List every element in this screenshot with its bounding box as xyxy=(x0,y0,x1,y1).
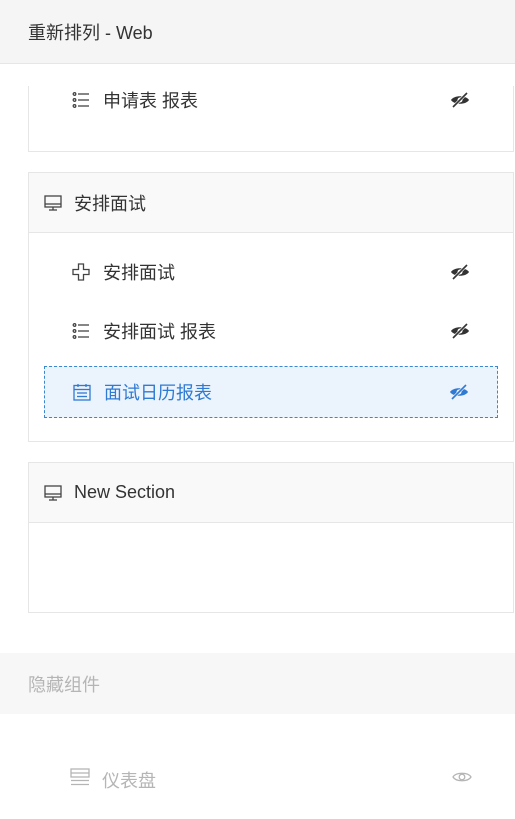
section-partial: 申请表 报表 xyxy=(28,86,514,152)
section-new: New Section xyxy=(28,462,514,613)
section-header[interactable]: New Section xyxy=(29,463,513,523)
section-title: 安排面试 xyxy=(74,193,146,214)
component-label: 安排面试 xyxy=(103,263,175,283)
component-item[interactable]: 安排面试 报表 xyxy=(44,305,498,357)
hidden-components-title: 隐藏组件 xyxy=(28,674,100,695)
monitor-icon xyxy=(44,194,62,212)
component-label: 申请表 报表 xyxy=(103,91,199,111)
section-title: New Section xyxy=(74,482,176,502)
section-interview: 安排面试 安排面试 安排面试 报表 面试日历报表 xyxy=(28,172,514,442)
list-icon xyxy=(72,322,90,340)
eye-off-icon[interactable] xyxy=(450,323,470,339)
hidden-component-item[interactable]: 仪表盘 xyxy=(28,752,482,804)
eye-off-icon[interactable] xyxy=(449,384,469,400)
component-label: 仪表盘 xyxy=(102,771,156,791)
eye-off-icon[interactable] xyxy=(450,92,470,108)
component-item[interactable]: 申请表 报表 xyxy=(44,74,498,126)
page-title: 重新排列 - Web xyxy=(28,22,153,43)
page-header: 重新排列 - Web xyxy=(0,0,515,64)
dashboard-icon xyxy=(70,768,90,786)
component-item-selected[interactable]: 面试日历报表 xyxy=(44,366,498,418)
component-label: 安排面试 报表 xyxy=(103,322,217,342)
calendar-icon xyxy=(73,383,91,401)
hidden-components-header: 隐藏组件 xyxy=(0,653,515,714)
plus-outline-icon xyxy=(72,263,90,281)
component-label: 面试日历报表 xyxy=(104,383,212,403)
list-icon xyxy=(72,91,90,109)
eye-off-icon[interactable] xyxy=(450,264,470,280)
section-header[interactable]: 安排面试 xyxy=(29,173,513,233)
eye-icon[interactable] xyxy=(452,770,472,784)
monitor-icon xyxy=(44,484,62,502)
component-item[interactable]: 安排面试 xyxy=(44,246,498,298)
